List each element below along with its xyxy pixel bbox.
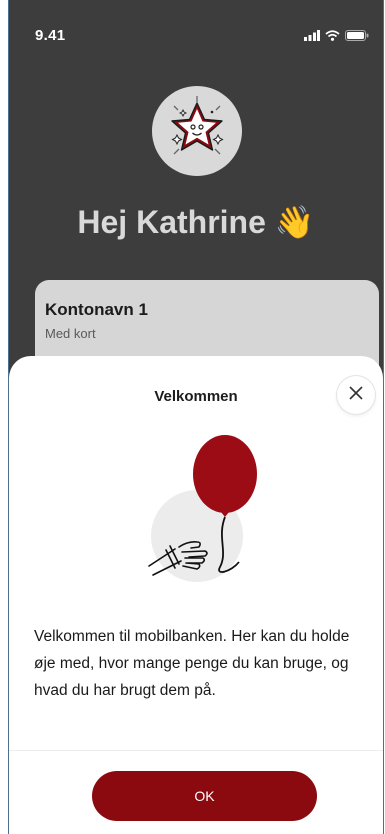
status-bar: 9.41: [9, 0, 383, 60]
account-name: Kontonavn 1: [45, 300, 148, 319]
avatar[interactable]: [152, 86, 242, 176]
greeting-text: Hej Kathrine: [77, 204, 266, 240]
greeting-heading: Hej Kathrine 👋: [9, 203, 383, 241]
star-face-icon: [160, 92, 234, 171]
app-screen: 9.41 Hej Kathrine 👋 Kontonavn 1 Med kort…: [8, 0, 384, 834]
divider: [9, 750, 383, 751]
waving-hand-emoji: 👋: [274, 204, 315, 240]
signal-icon: [304, 28, 320, 46]
sheet-title: Velkommen: [154, 388, 238, 405]
status-icons: [304, 28, 369, 46]
status-time: 9.41: [35, 27, 66, 44]
ok-button[interactable]: OK: [92, 771, 317, 821]
battery-icon: [345, 28, 369, 46]
welcome-message: Velkommen til mobilbanken. Her kan du ho…: [34, 628, 350, 699]
hand-releasing-balloon-icon: [127, 412, 287, 592]
wifi-icon: [325, 28, 340, 46]
close-icon: [348, 385, 364, 406]
close-button[interactable]: [337, 376, 375, 414]
account-subtitle: Med kort: [45, 326, 96, 341]
welcome-bottom-sheet: Velkommen Velkommen til mobilbanken. Her…: [9, 356, 383, 834]
